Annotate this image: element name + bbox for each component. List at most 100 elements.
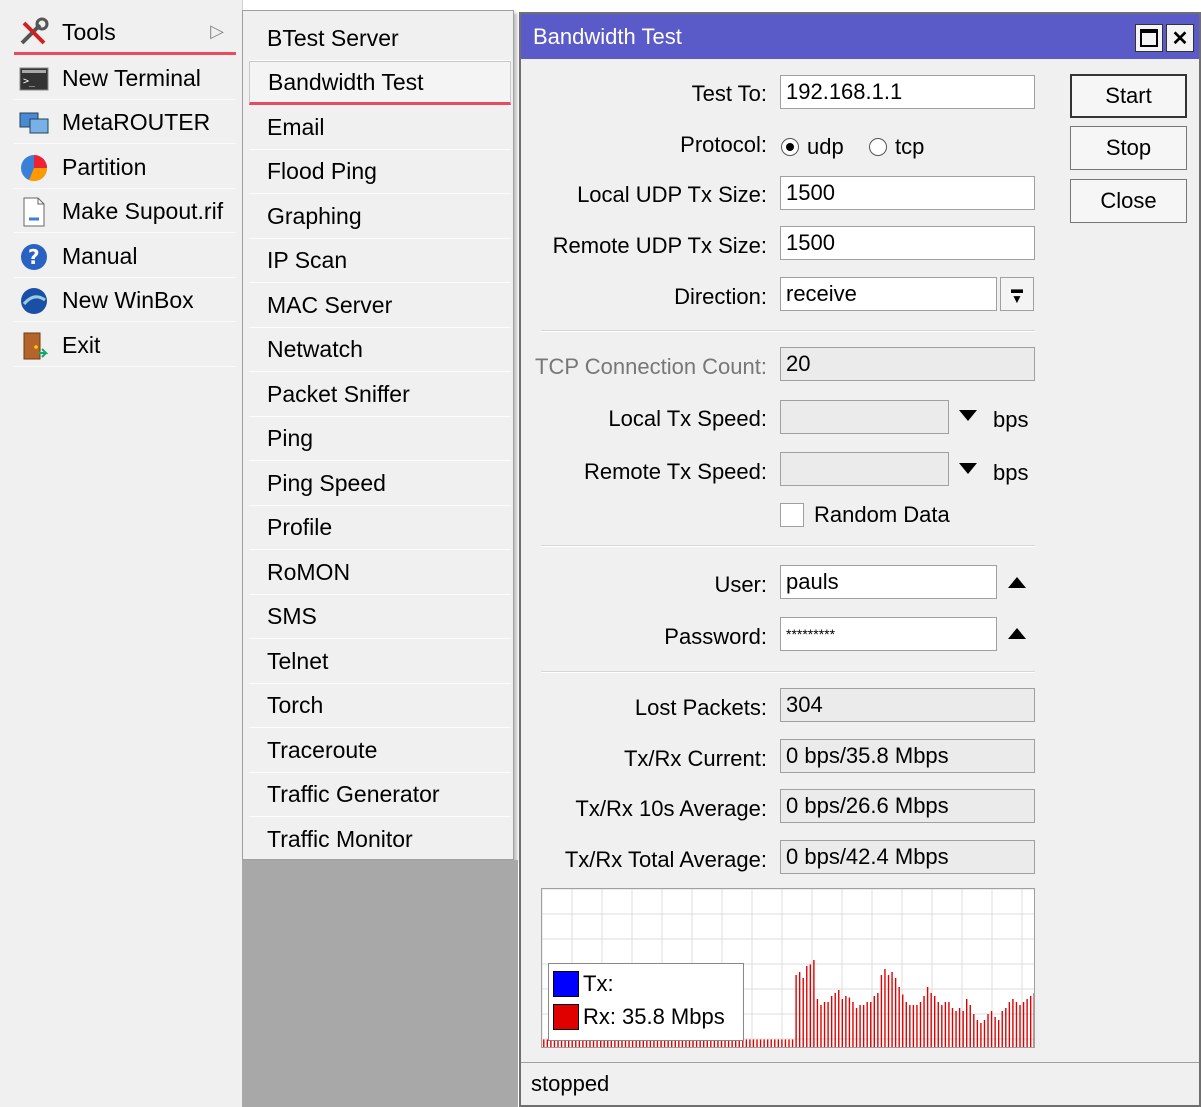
submenu-item-mac-server[interactable]: MAC Server — [249, 284, 511, 328]
tcp-connection-count-label: TCP Connection Count: — [535, 354, 767, 379]
local-udp-tx-size-input[interactable]: 1500 — [780, 176, 1035, 210]
user-label: User: — [714, 572, 767, 597]
submenu-item-btest-server[interactable]: BTest Server — [249, 17, 511, 61]
submenu-item-telnet[interactable]: Telnet — [249, 640, 511, 684]
submenu-item-flood-ping[interactable]: Flood Ping — [249, 150, 511, 194]
remote-tx-speed-input[interactable] — [780, 452, 949, 486]
submenu-item-label: Bandwidth Test — [268, 68, 424, 95]
submenu-item-label: SMS — [267, 603, 317, 629]
password-input[interactable]: ********* — [780, 617, 997, 651]
submenu-item-label: IP Scan — [267, 247, 348, 273]
menu-item-new-winbox[interactable]: New WinBox — [14, 280, 236, 322]
remote-tx-speed-unit: bps — [993, 460, 1029, 485]
maximize-button[interactable] — [1135, 24, 1163, 52]
user-input[interactable]: pauls — [780, 565, 997, 599]
test-to-label: Test To: — [691, 81, 767, 106]
radio-checked-icon — [781, 138, 799, 156]
submenu-item-netwatch[interactable]: Netwatch — [249, 328, 511, 372]
menu-item-make-supout[interactable]: Make Supout.rif — [14, 191, 236, 233]
lost-packets-label: Lost Packets: — [634, 695, 767, 720]
legend-tx-label: Tx: — [583, 971, 614, 996]
separator — [541, 671, 1035, 673]
local-tx-speed-label: Local Tx Speed: — [608, 406, 767, 431]
radio-unchecked-icon — [869, 138, 887, 156]
submenu-item-traffic-monitor[interactable]: Traffic Monitor — [249, 818, 511, 862]
submenu-item-torch[interactable]: Torch — [249, 684, 511, 728]
start-button[interactable]: Start — [1070, 74, 1187, 118]
submenu-item-packet-sniffer[interactable]: Packet Sniffer — [249, 373, 511, 417]
submenu-item-romon[interactable]: RoMON — [249, 551, 511, 595]
random-data-label: Random Data — [814, 502, 950, 527]
submenu-item-label: Ping — [267, 425, 314, 451]
legend-rx-swatch — [553, 1004, 579, 1030]
maximize-icon — [1140, 29, 1158, 47]
help-icon: ? — [18, 241, 50, 273]
partition-icon — [18, 152, 50, 184]
submenu-item-ip-scan[interactable]: IP Scan — [249, 239, 511, 283]
legend-tx: Tx: — [553, 971, 620, 997]
svg-text:>_: >_ — [23, 76, 36, 87]
protocol-udp-radio[interactable]: udp — [781, 134, 844, 160]
close-button[interactable]: Close — [1070, 179, 1187, 223]
direction-dropdown-button[interactable]: ▬ ▼ — [1000, 277, 1034, 311]
direction-select[interactable]: receive — [780, 277, 997, 311]
menu-item-new-terminal[interactable]: >_ New Terminal — [14, 58, 236, 100]
graph-legend: Tx: Rx: 35.8 Mbps — [548, 963, 744, 1041]
cursor-icon: ▷ — [210, 21, 224, 41]
terminal-icon: >_ — [18, 63, 50, 95]
submenu-item-bandwidth-test[interactable]: Bandwidth Test — [249, 61, 511, 105]
submenu-item-label: Email — [267, 114, 325, 140]
tools-submenu: BTest Server Bandwidth Test Email Flood … — [242, 10, 514, 862]
menu-item-partition[interactable]: Partition — [14, 147, 236, 189]
start-button-label: Start — [1105, 83, 1152, 108]
user-collapse-icon[interactable] — [1008, 577, 1026, 588]
tx-rx-current-value: 0 bps/35.8 Mbps — [780, 739, 1035, 773]
winbox-icon — [18, 285, 50, 317]
submenu-item-ping-speed[interactable]: Ping Speed — [249, 462, 511, 506]
submenu-item-traceroute[interactable]: Traceroute — [249, 729, 511, 773]
direction-label: Direction: — [674, 284, 767, 309]
menu-item-exit[interactable]: Exit — [14, 325, 236, 367]
submenu-item-traffic-generator[interactable]: Traffic Generator — [249, 773, 511, 817]
status-text: stopped — [531, 1071, 610, 1096]
password-collapse-icon[interactable] — [1008, 628, 1026, 639]
legend-tx-swatch — [553, 971, 579, 997]
remote-udp-tx-size-label: Remote UDP Tx Size: — [552, 233, 767, 258]
local-tx-speed-dropdown-icon[interactable] — [959, 410, 977, 421]
close-window-button[interactable]: ✕ — [1166, 24, 1194, 52]
tx-rx-current-label: Tx/Rx Current: — [623, 746, 767, 771]
bandwidth-test-window: Bandwidth Test ✕ Start Stop Close Test T… — [519, 12, 1201, 1107]
submenu-item-profile[interactable]: Profile — [249, 506, 511, 550]
remote-udp-tx-size-input[interactable]: 1500 — [780, 226, 1035, 260]
window-titlebar[interactable]: Bandwidth Test ✕ — [521, 14, 1199, 59]
protocol-tcp-radio[interactable]: tcp — [869, 134, 924, 160]
protocol-udp-label: udp — [807, 134, 844, 159]
stop-button-label: Stop — [1105, 135, 1152, 160]
tx-rx-10s-average-value: 0 bps/26.6 Mbps — [780, 789, 1035, 823]
local-tx-speed-input[interactable] — [780, 400, 949, 434]
menu-item-label: New WinBox — [62, 287, 194, 313]
menu-item-tools[interactable]: Tools ▷ — [14, 13, 236, 55]
tx-rx-total-average-value: 0 bps/42.4 Mbps — [780, 840, 1035, 874]
submenu-item-label: BTest Server — [267, 25, 399, 51]
menu-item-label: Partition — [62, 154, 147, 180]
test-to-input[interactable]: 192.168.1.1 — [780, 75, 1035, 109]
submenu-item-email[interactable]: Email — [249, 106, 511, 150]
menu-item-label: Exit — [62, 332, 101, 358]
submenu-item-graphing[interactable]: Graphing — [249, 195, 511, 239]
separator — [541, 545, 1035, 547]
status-bar: stopped — [521, 1062, 1199, 1105]
submenu-item-label: Ping Speed — [267, 470, 386, 496]
menu-item-metarouter[interactable]: MetaROUTER — [14, 102, 236, 144]
submenu-item-label: Flood Ping — [267, 158, 377, 184]
submenu-item-ping[interactable]: Ping — [249, 417, 511, 461]
legend-rx: Rx: 35.8 Mbps — [553, 1004, 725, 1030]
stop-button[interactable]: Stop — [1070, 126, 1187, 170]
metarouter-icon — [18, 107, 50, 139]
traffic-graph: Tx: Rx: 35.8 Mbps — [541, 888, 1035, 1048]
menu-item-manual[interactable]: ? Manual — [14, 236, 236, 278]
random-data-checkbox[interactable]: Random Data — [780, 502, 950, 528]
submenu-item-sms[interactable]: SMS — [249, 595, 511, 639]
remote-tx-speed-label: Remote Tx Speed: — [583, 459, 767, 484]
remote-tx-speed-dropdown-icon[interactable] — [959, 463, 977, 474]
